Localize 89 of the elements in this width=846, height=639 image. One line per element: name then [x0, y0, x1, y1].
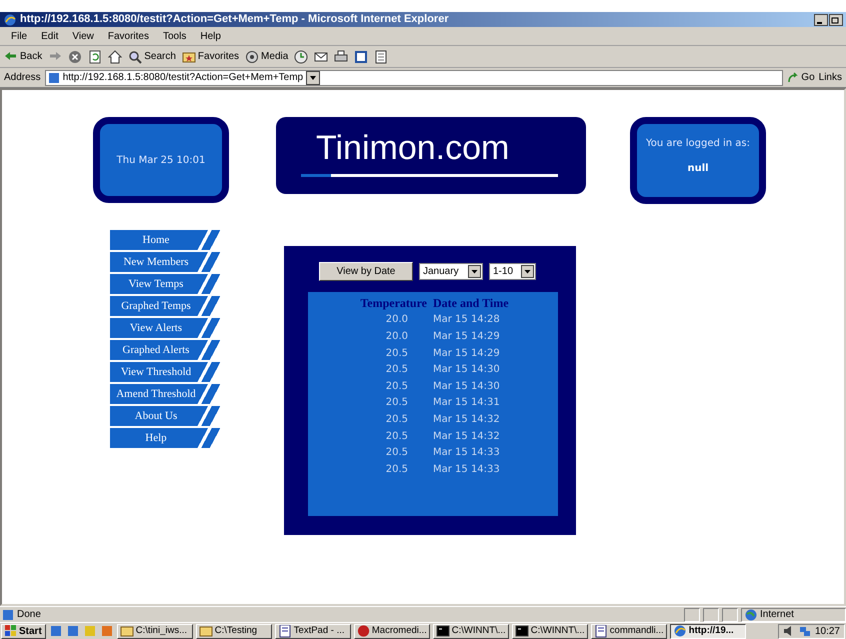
table-cell-text: 20.5	[384, 462, 409, 477]
table-cell-text: 20.5	[384, 412, 409, 427]
table-cell-text: Mar 15 14:28	[432, 313, 501, 328]
folder-icon	[198, 624, 213, 638]
nav-button[interactable]: Graphed Alerts	[110, 340, 222, 361]
window-title: http://192.168.1.5:8080/testit?Action=Get+Mem+Temp - Microsoft Internet Explorer	[20, 12, 449, 28]
dropdown-icon[interactable]	[306, 70, 320, 84]
taskbar-button[interactable]: C:\tini_iws...	[116, 624, 193, 638]
table-cell-text: Mar 15 14:29	[432, 346, 501, 361]
go-button[interactable]: Go	[787, 70, 815, 85]
globe-icon	[745, 608, 757, 620]
refresh-icon[interactable]	[88, 50, 102, 64]
toolbar-button[interactable]: Search	[128, 49, 176, 64]
table-cell-text: 20.5	[384, 430, 409, 444]
table-cell-text: Mar 15 14:33	[432, 462, 501, 477]
table-cell-text: 20.0	[384, 313, 409, 328]
history-icon[interactable]	[294, 50, 308, 64]
logo-text: Tinimon.com	[315, 131, 510, 165]
toolbar-button[interactable]: Back	[4, 49, 42, 64]
taskbar-button[interactable]: Macromedi...	[354, 624, 430, 638]
nav-button[interactable]: New Members	[110, 252, 222, 273]
menu-item[interactable]: File	[4, 28, 34, 44]
table-cell-text: 20.5	[384, 396, 409, 410]
toolbar-button[interactable]: Favorites	[182, 49, 240, 64]
status-pane	[684, 608, 700, 622]
network-icon[interactable]	[798, 625, 811, 637]
table-cell-text: Mar 15 14:30	[432, 380, 501, 394]
taskbar-button[interactable]: http://19...	[670, 624, 746, 638]
nav-button[interactable]: Help	[110, 428, 222, 449]
dropdown-icon[interactable]	[521, 265, 534, 278]
address-field[interactable]: http://192.168.1.5:8080/testit?Action=Get+Mem+Temp	[44, 70, 784, 86]
menu-item[interactable]: View	[65, 28, 101, 44]
table-cell-text: 20.5	[384, 446, 409, 460]
stop-icon[interactable]	[68, 50, 82, 64]
status-text: Done	[17, 608, 41, 622]
windows-logo-icon	[5, 625, 17, 637]
taskbar-button[interactable]: C:\WINNT\...	[512, 624, 588, 638]
table-cell-text: Mar 15 14:29	[432, 330, 501, 344]
range-select[interactable]: 1-10	[489, 263, 536, 280]
taskbar-button[interactable]: TextPad - ...	[274, 624, 351, 638]
login-label: You are logged in as:	[646, 137, 750, 151]
taskbar-button[interactable]: C:\Testing	[196, 624, 272, 638]
taskbar-button[interactable]: C:\WINNT\...	[432, 624, 509, 638]
month-select[interactable]: January	[419, 263, 483, 280]
round-logo-icon	[356, 624, 370, 638]
column-header: Temperature	[359, 295, 428, 312]
nav-button[interactable]: View Temps	[110, 274, 222, 295]
nav-button[interactable]: View Threshold	[110, 362, 222, 383]
zone-text: Internet	[760, 608, 794, 622]
status-pane	[722, 608, 738, 622]
menu-item[interactable]: Favorites	[100, 28, 156, 44]
media-icon	[245, 50, 260, 64]
minimize-icon[interactable]	[814, 14, 828, 26]
menu-item[interactable]: Edit	[34, 28, 66, 44]
username-text: null	[687, 162, 709, 176]
toolbar-button[interactable]: Media	[245, 49, 288, 64]
nav-button[interactable]: Graphed Temps	[110, 296, 222, 317]
clock-text: 10:27	[814, 624, 840, 638]
menu-item[interactable]: Help	[193, 28, 228, 44]
table-cell-text: Mar 15 14:32	[432, 430, 501, 444]
search-icon	[128, 50, 142, 64]
nav-button[interactable]: View Alerts	[110, 318, 222, 339]
view-by-date-button[interactable]: View by Date	[319, 262, 413, 281]
printer-icon[interactable]	[334, 50, 348, 64]
links-button[interactable]: Links	[818, 70, 842, 85]
date-panel: Thu Mar 25 10:01	[93, 117, 229, 203]
menu-item[interactable]: Tools	[156, 28, 194, 44]
table-cell-text: 20.5	[384, 380, 409, 394]
address-label: Address	[4, 71, 41, 85]
table-cell-text: 20.5	[384, 363, 409, 378]
home-icon[interactable]	[108, 50, 122, 64]
column-header: Date and Time	[432, 295, 510, 312]
start-button[interactable]: Start	[1, 624, 46, 638]
dropdown-icon[interactable]	[468, 265, 481, 278]
status-pane	[703, 608, 719, 622]
go-arrow-icon	[787, 72, 800, 84]
table-cell-text: Mar 15 14:31	[432, 396, 501, 410]
nav-button[interactable]: Home	[110, 230, 222, 251]
table-cell-text: Mar 15 14:32	[432, 412, 501, 427]
table-cell-text: Mar 15 14:33	[432, 446, 501, 460]
nav-button[interactable]: About Us	[110, 406, 222, 427]
table-cell-text: 20.0	[384, 330, 409, 344]
restore-icon[interactable]	[829, 14, 843, 26]
folder-icon	[120, 624, 134, 638]
table-cell-text: Mar 15 14:30	[432, 363, 501, 378]
table-cell-text: 20.5	[384, 346, 409, 361]
taskbar-button[interactable]: commandli...	[590, 624, 667, 638]
document-icon[interactable]	[354, 50, 368, 64]
nav-button[interactable]: Amend Threshold	[110, 384, 222, 405]
